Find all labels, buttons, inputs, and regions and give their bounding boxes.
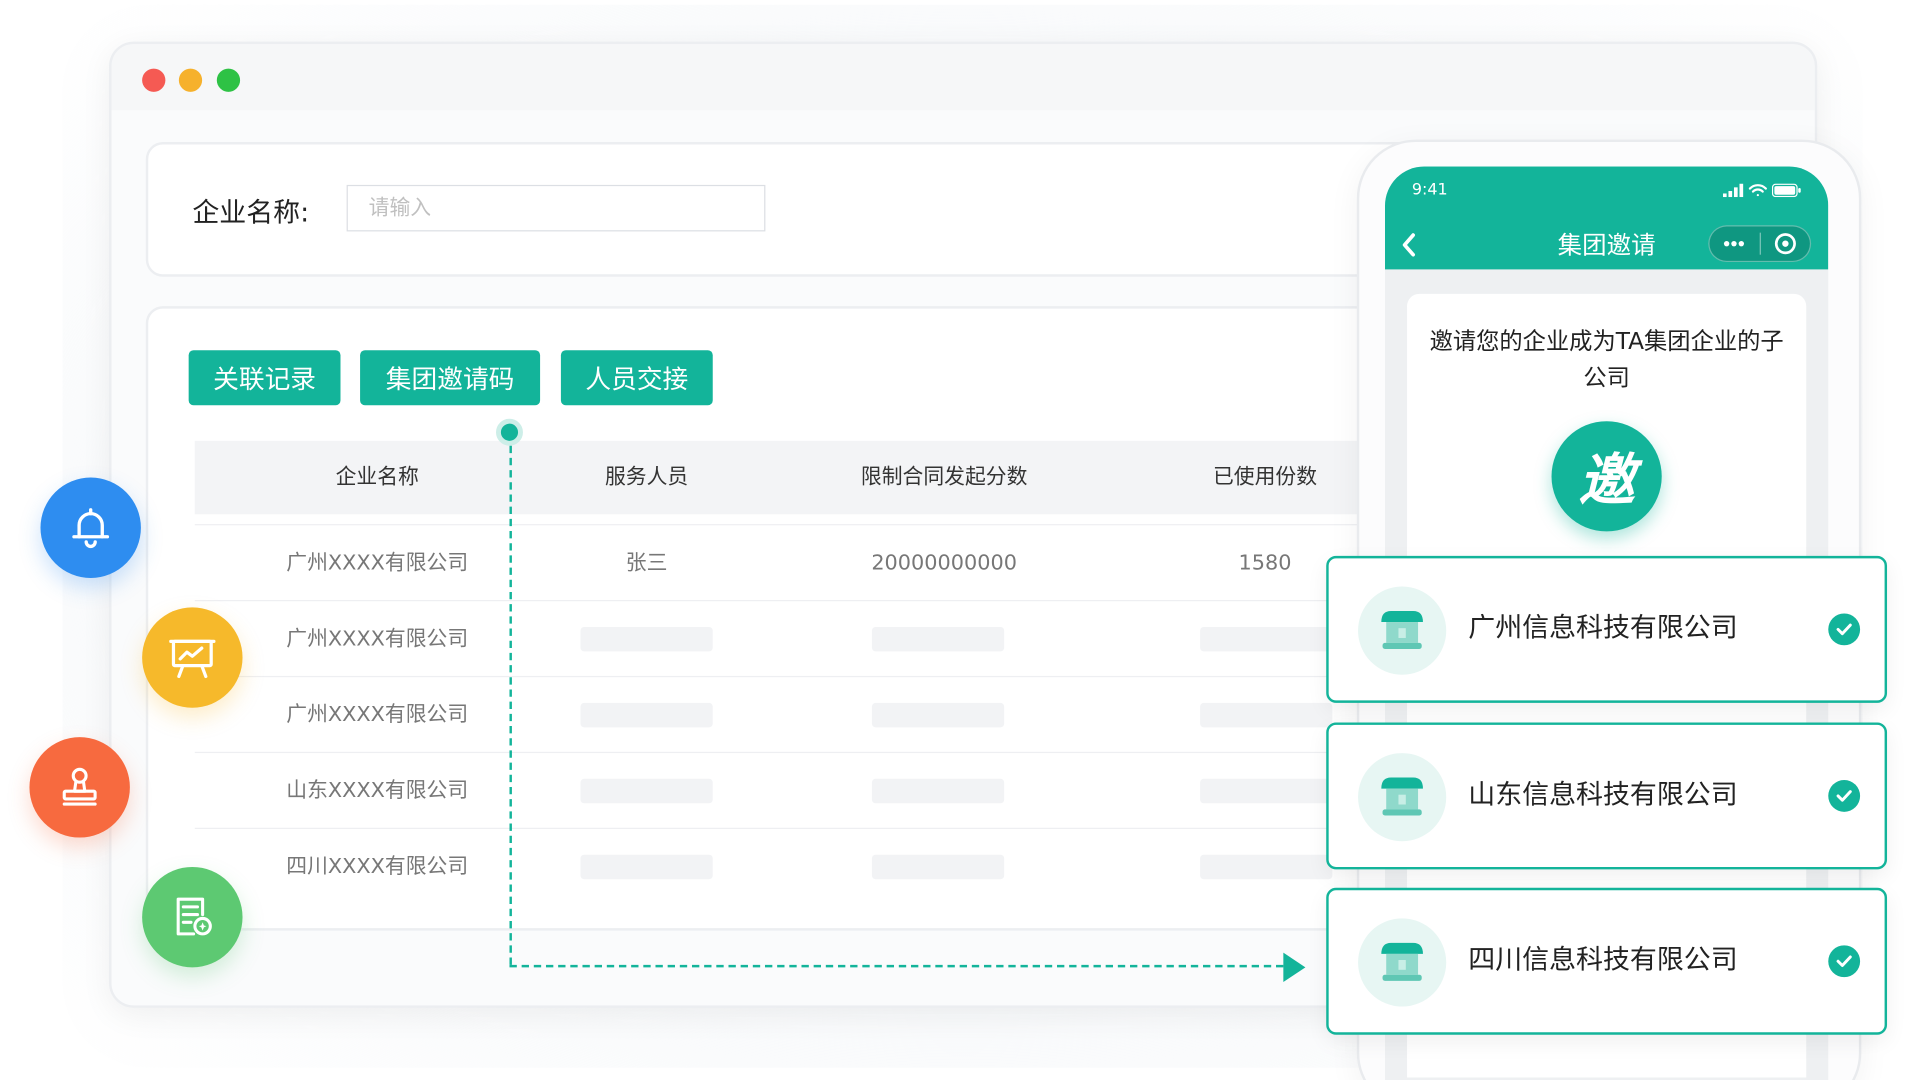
cell-staff: 张三 [625,551,668,576]
placeholder-bar [580,854,713,880]
company-card[interactable]: 山东信息科技有限公司 [1326,722,1888,870]
status-time: 9:41 [1411,181,1448,200]
staff-handover-button[interactable]: 人员交接 [560,350,713,406]
window-close-button[interactable] [142,68,166,92]
mini-program-capsule [1708,225,1812,263]
bell-icon [40,477,141,578]
placeholder-bar [871,702,1005,728]
store-icon [1358,918,1447,1007]
placeholder-bar [580,702,713,728]
table-panel: 关联记录 集团邀请码 人员交接 企业名称 服务人员 限制合同发起分数 已使用份数… [145,306,1498,931]
table-row[interactable]: 广州XXXX有限公司 [194,600,1493,677]
table-row[interactable]: 四川XXXX有限公司 [194,827,1493,905]
store-icon [1358,753,1447,842]
company-name: 山东信息科技有限公司 [1468,780,1738,811]
link-records-button[interactable]: 关联记录 [188,350,341,406]
cell-company: 广州XXXX有限公司 [286,626,469,652]
cell-company: 山东XXXX有限公司 [286,778,469,804]
checkmark-icon[interactable] [1828,780,1861,812]
group-invite-code-button[interactable]: 集团邀请码 [360,350,541,406]
placeholder-bar [871,626,1005,652]
cell-company: 四川XXXX有限公司 [286,854,469,880]
close-target-icon[interactable] [1760,231,1810,255]
window-minimize-button[interactable] [178,68,203,92]
phone-nav-bar: 9:41 集团邀请 [1384,166,1829,270]
stamp-icon [29,737,130,838]
cell-company: 广州XXXX有限公司 [286,702,469,728]
placeholder-bar [1200,702,1333,728]
table-row[interactable]: 广州XXXX有限公司 [194,675,1493,753]
table-row[interactable]: 广州XXXX有限公司 张三 20000000000 1580 [194,524,1493,601]
table-header: 企业名称 服务人员 限制合同发起分数 已使用份数 [194,440,1493,515]
search-panel: 企业名称: [145,142,1498,277]
placeholder-bar [580,626,713,652]
search-label: 企业名称: [192,198,310,229]
invite-message: 邀请您的企业成为TA集团企业的子公司 [1429,328,1784,392]
column-header-company: 企业名称 [335,465,419,490]
company-card[interactable]: 四川信息科技有限公司 [1326,887,1888,1035]
column-header-staff: 服务人员 [604,465,689,490]
flow-arrow-icon [1283,952,1306,983]
placeholder-bar [871,778,1005,804]
more-icon[interactable] [1709,240,1759,247]
placeholder-bar [580,778,713,804]
certificate-icon [142,866,243,968]
window-maximize-button[interactable] [216,68,241,92]
presentation-board-icon [142,607,243,708]
cell-company: 广州XXXX有限公司 [286,551,469,576]
flow-connector-vertical [509,445,512,965]
status-icons [1722,183,1801,198]
checkmark-icon[interactable] [1828,945,1861,978]
placeholder-bar [1200,854,1333,880]
flow-start-dot [496,418,523,446]
window-titlebar [111,44,1815,111]
column-header-limit: 限制合同发起分数 [860,465,1028,490]
wifi-icon [1748,184,1767,197]
stage: 企业名称: 关联记录 集团邀请码 人员交接 企业名称 服务人员 限制合同发起分数… [16,0,1904,1080]
company-card[interactable]: 广州信息科技有限公司 [1326,555,1888,703]
cell-limit: 20000000000 [871,551,1018,576]
battery-icon [1771,183,1801,198]
table-row[interactable]: 山东XXXX有限公司 [194,751,1493,829]
company-name: 四川信息科技有限公司 [1468,945,1738,976]
company-name-input[interactable] [346,184,766,232]
flow-connector-horizontal [509,964,1284,968]
checkmark-icon[interactable] [1828,613,1861,646]
signal-icon [1722,183,1744,198]
store-icon [1358,586,1447,675]
placeholder-bar [871,854,1005,880]
placeholder-bar [1200,626,1333,652]
invite-badge[interactable]: 邀 [1551,421,1662,532]
company-name: 广州信息科技有限公司 [1468,613,1738,645]
placeholder-bar [1200,778,1333,804]
